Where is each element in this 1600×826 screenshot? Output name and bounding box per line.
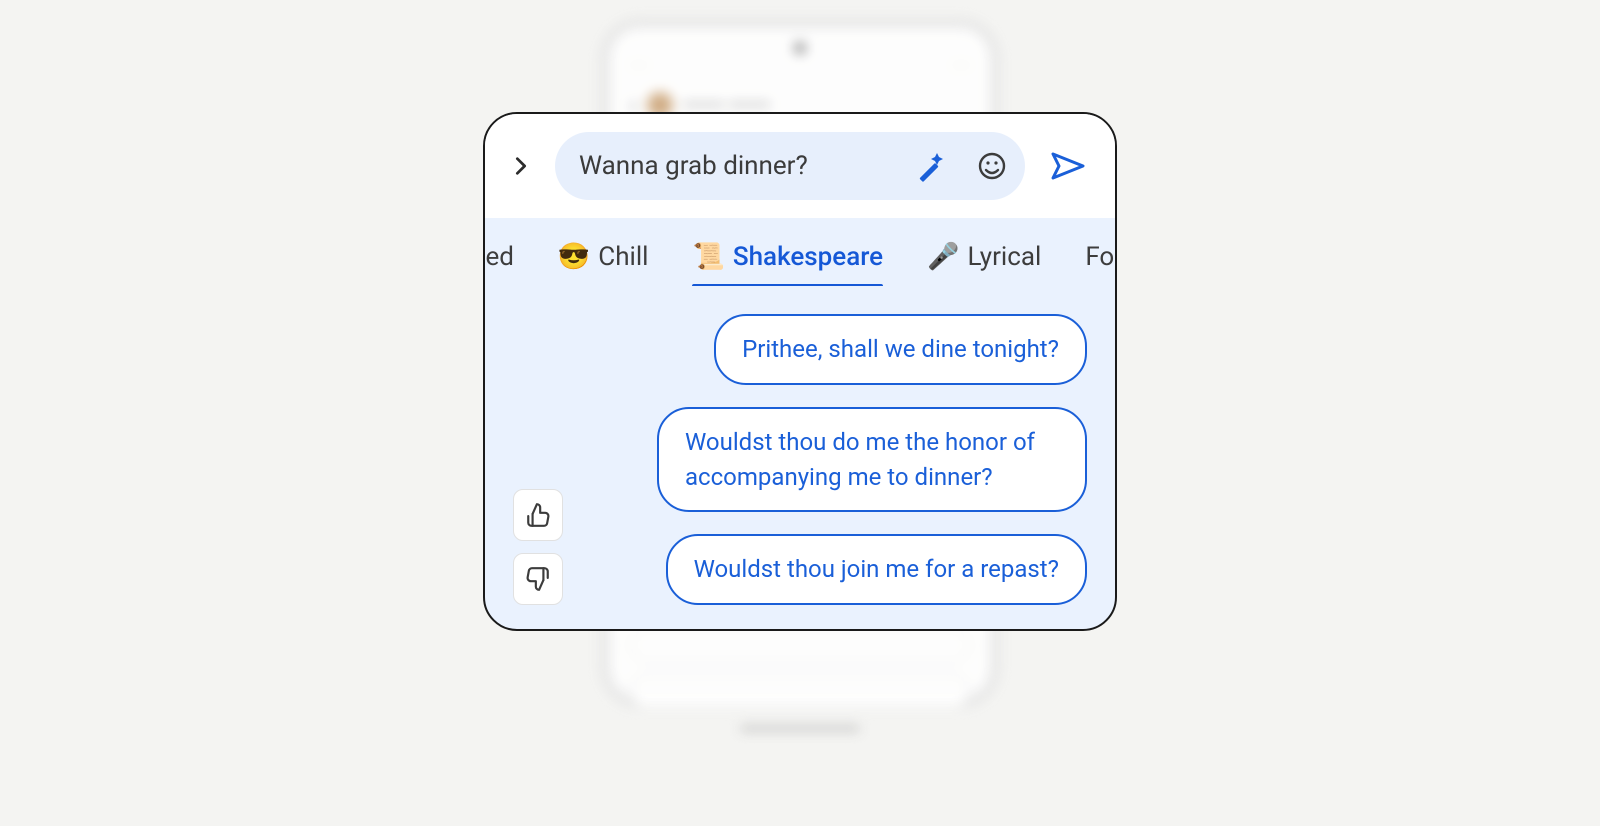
thumbs-up-icon xyxy=(525,502,551,528)
expand-arrow-button[interactable] xyxy=(501,146,541,186)
compose-pill: Wanna grab dinner? xyxy=(555,132,1025,200)
suggestion-bubble[interactable]: Wouldst thou join me for a repast? xyxy=(666,534,1087,605)
compose-input[interactable]: Wanna grab dinner? xyxy=(579,151,891,181)
tab-formal-partial[interactable]: For xyxy=(1085,242,1115,286)
tab-label: Lyrical xyxy=(967,242,1041,272)
thumbs-up-button[interactable] xyxy=(513,489,563,541)
send-button[interactable] xyxy=(1045,143,1091,189)
tab-excited-partial[interactable]: cited xyxy=(485,242,514,286)
microphone-emoji-icon: 🎤 xyxy=(927,244,959,270)
emoji-picker-button[interactable] xyxy=(969,143,1015,189)
send-icon xyxy=(1051,151,1085,181)
chevron-right-icon xyxy=(510,152,532,180)
thumbs-down-button[interactable] xyxy=(513,553,563,605)
tab-label: Chill xyxy=(598,242,648,272)
thumbs-down-icon xyxy=(525,566,551,592)
smiley-icon xyxy=(976,150,1008,182)
scroll-emoji-icon: 📜 xyxy=(692,244,724,270)
tab-lyrical[interactable]: 🎤 Lyrical xyxy=(927,242,1041,286)
sunglasses-emoji-icon: 😎 xyxy=(558,244,590,270)
magic-compose-button[interactable] xyxy=(907,143,953,189)
feedback-column xyxy=(513,314,569,605)
magic-wand-icon xyxy=(914,150,946,182)
tab-chill[interactable]: 😎 Chill xyxy=(558,242,649,286)
suggestion-list: Prithee, shall we dine tonight? Wouldst … xyxy=(583,314,1087,605)
style-tabs: cited 😎 Chill 📜 Shakespeare 🎤 Lyrical Fo… xyxy=(485,218,1115,286)
tab-label: For xyxy=(1085,242,1115,272)
tab-shakespeare[interactable]: 📜 Shakespeare xyxy=(692,242,883,286)
tab-label: cited xyxy=(485,242,514,272)
suggestion-bubble[interactable]: Wouldst thou do me the honor of accompan… xyxy=(657,407,1087,513)
compose-row: Wanna grab dinner? xyxy=(485,114,1115,218)
tab-label: Shakespeare xyxy=(733,242,883,272)
suggestions-area: Prithee, shall we dine tonight? Wouldst … xyxy=(485,286,1115,629)
magic-compose-panel: Wanna grab dinner? xyxy=(483,112,1117,631)
suggestion-bubble[interactable]: Prithee, shall we dine tonight? xyxy=(714,314,1087,385)
